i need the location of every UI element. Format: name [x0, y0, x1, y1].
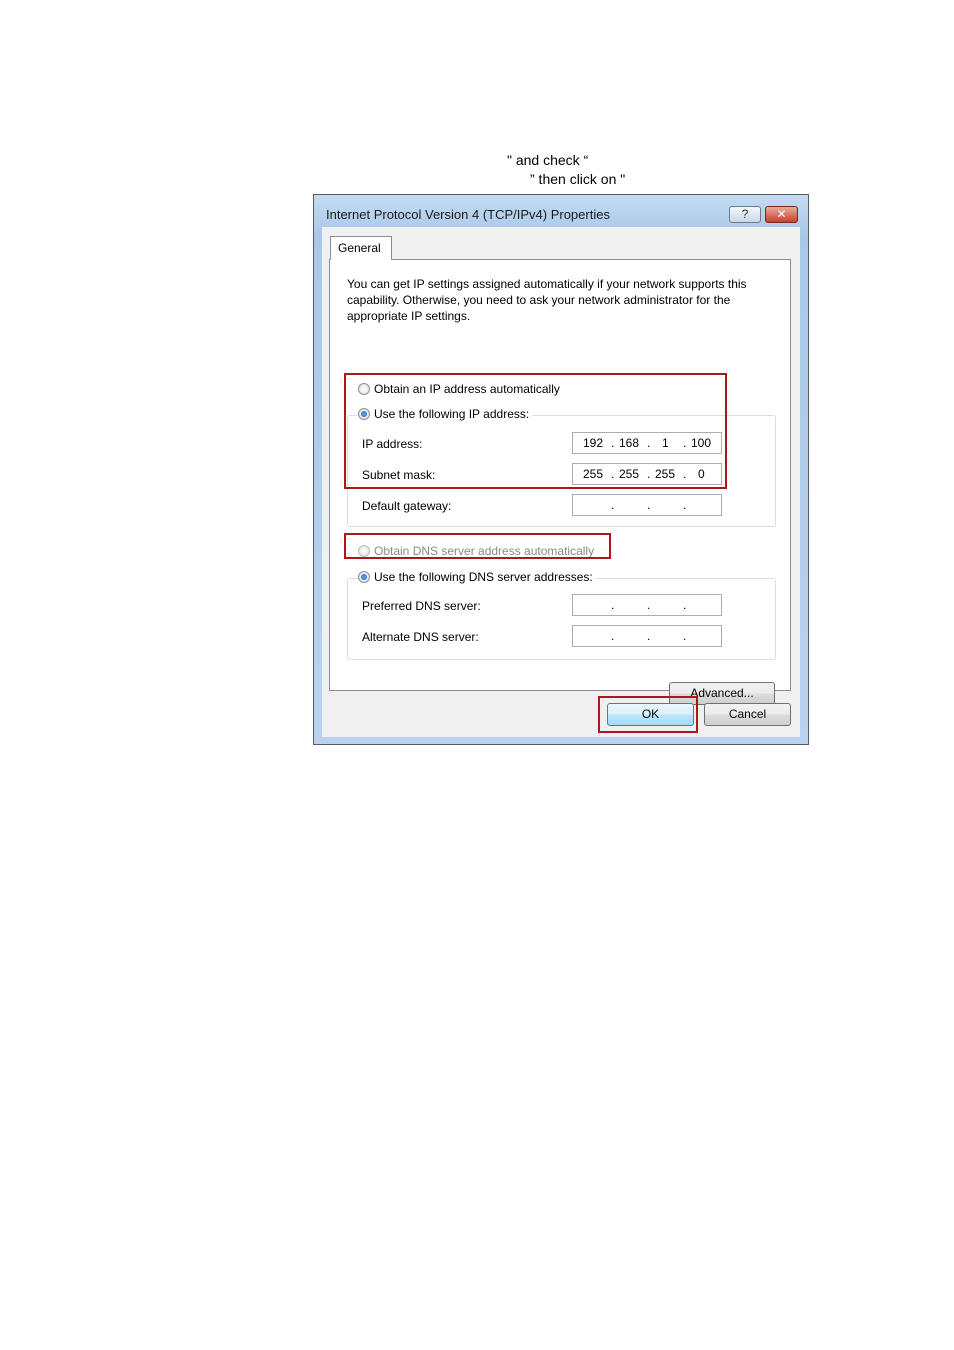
ip-settings-highlight	[344, 373, 727, 489]
use-following-dns-radio[interactable]	[358, 571, 370, 583]
ok-button-highlight	[598, 696, 698, 733]
cancel-button[interactable]: Cancel	[704, 703, 791, 726]
alternate-dns-label: Alternate DNS server:	[362, 630, 479, 644]
dns-groupbox	[347, 578, 776, 660]
instruction-line-2: ” then click on "	[530, 171, 626, 187]
instruction-line-1: " and check “	[507, 152, 589, 168]
alternate-dns-input[interactable]: . . .	[572, 625, 722, 647]
use-following-dns-label: Use the following DNS server addresses:	[374, 570, 593, 584]
gateway-dot: .	[683, 498, 687, 512]
dns-option-highlight	[344, 533, 611, 559]
default-gateway-label: Default gateway:	[362, 499, 452, 513]
title-bar: Internet Protocol Version 4 (TCP/IPv4) P…	[314, 195, 808, 231]
description-text: You can get IP settings assigned automat…	[347, 277, 747, 323]
preferred-dns-label: Preferred DNS server:	[362, 599, 481, 613]
dns-dot: .	[683, 629, 687, 643]
close-button[interactable]: ✕	[765, 206, 798, 223]
dns-dot: .	[647, 629, 651, 643]
dialog-title: Internet Protocol Version 4 (TCP/IPv4) P…	[326, 207, 610, 222]
gateway-dot: .	[611, 498, 615, 512]
default-gateway-input[interactable]: . . .	[572, 494, 722, 516]
dns-dot: .	[611, 598, 615, 612]
dns-dot: .	[611, 629, 615, 643]
dns-dot: .	[683, 598, 687, 612]
use-following-dns-option[interactable]: Use the following DNS server addresses:	[358, 570, 596, 584]
dns-dot: .	[647, 598, 651, 612]
gateway-dot: .	[647, 498, 651, 512]
help-button[interactable]: ?	[729, 206, 761, 223]
preferred-dns-input[interactable]: . . .	[572, 594, 722, 616]
tab-general[interactable]: General	[330, 236, 392, 260]
